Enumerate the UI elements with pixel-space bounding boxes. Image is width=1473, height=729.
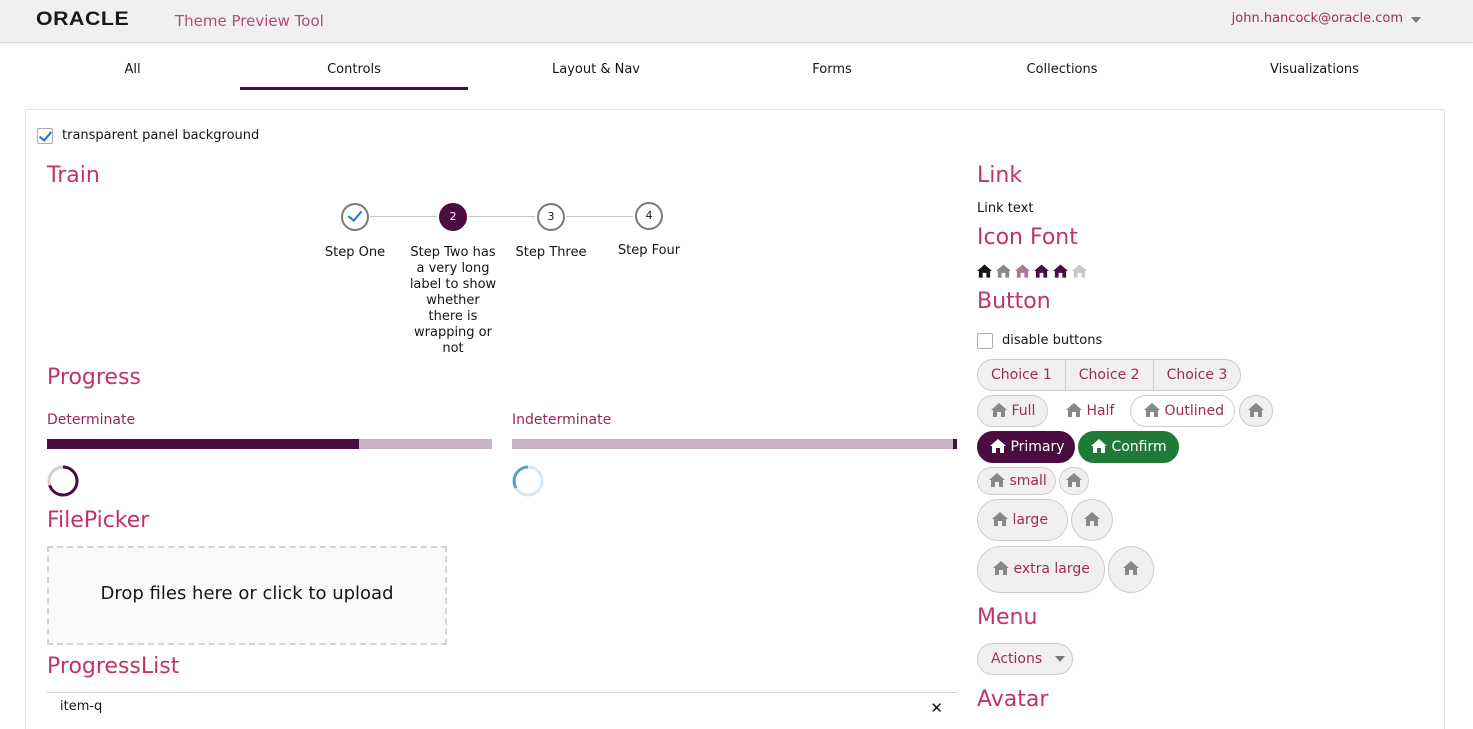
train-step-one-check-icon[interactable] bbox=[341, 203, 369, 231]
close-icon[interactable]: ✕ bbox=[930, 699, 943, 717]
indeterminate-progress-bar bbox=[512, 439, 957, 449]
tab-forms[interactable]: Forms bbox=[724, 52, 940, 90]
tab-controls[interactable]: Controls bbox=[240, 52, 468, 90]
home-icon bbox=[1053, 264, 1068, 278]
train-connector bbox=[468, 216, 535, 217]
tab-layout-nav[interactable]: Layout & Nav bbox=[468, 52, 724, 90]
disable-buttons-label: disable buttons bbox=[1002, 333, 1103, 348]
transparent-background-label: transparent panel background bbox=[62, 128, 260, 143]
home-icon bbox=[993, 560, 1009, 575]
half-button[interactable]: Half bbox=[1053, 395, 1125, 427]
home-icon bbox=[1123, 560, 1139, 575]
user-menu[interactable]: john.hancock@oracle.com bbox=[1232, 11, 1403, 26]
indeterminate-progress-fill bbox=[953, 439, 957, 449]
tab-visualizations[interactable]: Visualizations bbox=[1184, 52, 1445, 90]
home-icon bbox=[992, 511, 1008, 526]
extra-large-button[interactable]: extra large bbox=[977, 546, 1105, 593]
train-heading: Train bbox=[47, 163, 100, 188]
small-button[interactable]: small bbox=[977, 467, 1056, 495]
menu-heading: Menu bbox=[977, 605, 1038, 630]
progress-list-item: item-q ✕ bbox=[47, 692, 957, 717]
small-icon-button[interactable] bbox=[1059, 467, 1089, 495]
progresslist-heading: ProgressList bbox=[47, 654, 180, 679]
train-step-label: Step Three bbox=[515, 245, 587, 260]
choice-buttonset: Choice 1 Choice 2 Choice 3 bbox=[977, 359, 1242, 391]
home-icon bbox=[989, 472, 1005, 487]
choice-1-button[interactable]: Choice 1 bbox=[978, 360, 1066, 390]
determinate-progress-fill bbox=[47, 439, 359, 449]
extra-large-button-label: extra large bbox=[1013, 561, 1090, 577]
main-tabs: All Controls Layout & Nav Forms Collecti… bbox=[25, 52, 1445, 90]
train-step-label: Step One bbox=[324, 245, 386, 260]
train-connector bbox=[566, 216, 633, 217]
home-icon bbox=[1066, 472, 1082, 487]
train-step-label: Step Four bbox=[617, 243, 681, 258]
home-icon bbox=[1072, 264, 1087, 278]
icon-font-row bbox=[977, 264, 1087, 278]
link-text[interactable]: Link text bbox=[977, 201, 1033, 216]
home-icon bbox=[1034, 264, 1049, 278]
chevron-down-icon bbox=[1054, 656, 1065, 662]
choice-2-button[interactable]: Choice 2 bbox=[1066, 360, 1154, 390]
indeterminate-spinner bbox=[512, 465, 544, 497]
large-icon-button[interactable] bbox=[1071, 499, 1113, 541]
oracle-logo: ORACLE bbox=[36, 9, 130, 30]
large-button-label: large bbox=[1012, 512, 1048, 528]
home-icon bbox=[1066, 402, 1082, 417]
half-button-label: Half bbox=[1086, 403, 1115, 419]
train-step-two-circle[interactable]: 2 bbox=[439, 203, 467, 231]
outlined-button-label: Outlined bbox=[1164, 403, 1224, 419]
determinate-progress-circle bbox=[47, 465, 79, 497]
train-step-label: Step Two has a very long label to show w… bbox=[409, 245, 497, 356]
train-step-three-circle[interactable]: 3 bbox=[537, 203, 565, 231]
link-heading: Link bbox=[977, 163, 1023, 188]
confirm-button-label: Confirm bbox=[1111, 439, 1167, 455]
home-icon bbox=[977, 264, 992, 278]
home-icon bbox=[996, 264, 1011, 278]
file-drop-zone[interactable]: Drop files here or click to upload bbox=[47, 546, 447, 645]
actions-menu-label: Actions bbox=[991, 651, 1043, 667]
button-heading: Button bbox=[977, 289, 1051, 314]
tab-collections[interactable]: Collections bbox=[940, 52, 1184, 90]
large-button[interactable]: large bbox=[977, 499, 1068, 541]
primary-button-label: Primary bbox=[1010, 439, 1065, 455]
indeterminate-label: Indeterminate bbox=[512, 412, 612, 428]
home-icon bbox=[1015, 264, 1030, 278]
home-icon bbox=[1091, 438, 1107, 453]
app-title: Theme Preview Tool bbox=[175, 12, 324, 30]
determinate-label: Determinate bbox=[47, 412, 136, 428]
train-step-four-circle[interactable]: 4 bbox=[635, 202, 663, 230]
icon-only-button[interactable] bbox=[1239, 395, 1273, 427]
home-icon bbox=[991, 402, 1007, 417]
actions-menu-button[interactable]: Actions bbox=[977, 643, 1073, 675]
full-button-label: Full bbox=[1011, 403, 1036, 419]
disable-buttons-checkbox[interactable] bbox=[977, 333, 993, 349]
tab-all[interactable]: All bbox=[25, 52, 240, 90]
chevron-down-icon[interactable] bbox=[1411, 17, 1421, 23]
primary-button[interactable]: Primary bbox=[977, 431, 1075, 463]
small-button-label: small bbox=[1009, 473, 1047, 489]
progress-heading: Progress bbox=[47, 365, 141, 390]
home-icon bbox=[1084, 511, 1100, 526]
train-connector bbox=[370, 216, 437, 217]
determinate-progress-bar bbox=[47, 439, 492, 449]
transparent-background-checkbox[interactable] bbox=[37, 128, 53, 144]
filepicker-heading: FilePicker bbox=[47, 508, 150, 533]
extra-large-icon-button[interactable] bbox=[1108, 546, 1154, 593]
confirm-button[interactable]: Confirm bbox=[1078, 431, 1179, 463]
home-icon bbox=[1144, 402, 1160, 417]
outlined-button[interactable]: Outlined bbox=[1130, 395, 1235, 427]
home-icon bbox=[1248, 402, 1264, 417]
choice-3-button[interactable]: Choice 3 bbox=[1154, 360, 1241, 390]
full-button[interactable]: Full bbox=[977, 395, 1048, 427]
progress-list-item-name: item-q bbox=[60, 699, 103, 714]
avatar-heading: Avatar bbox=[977, 687, 1049, 712]
icon-font-heading: Icon Font bbox=[977, 225, 1078, 250]
home-icon bbox=[990, 438, 1006, 453]
app-header: ORACLE Theme Preview Tool john.hancock@o… bbox=[0, 0, 1473, 43]
